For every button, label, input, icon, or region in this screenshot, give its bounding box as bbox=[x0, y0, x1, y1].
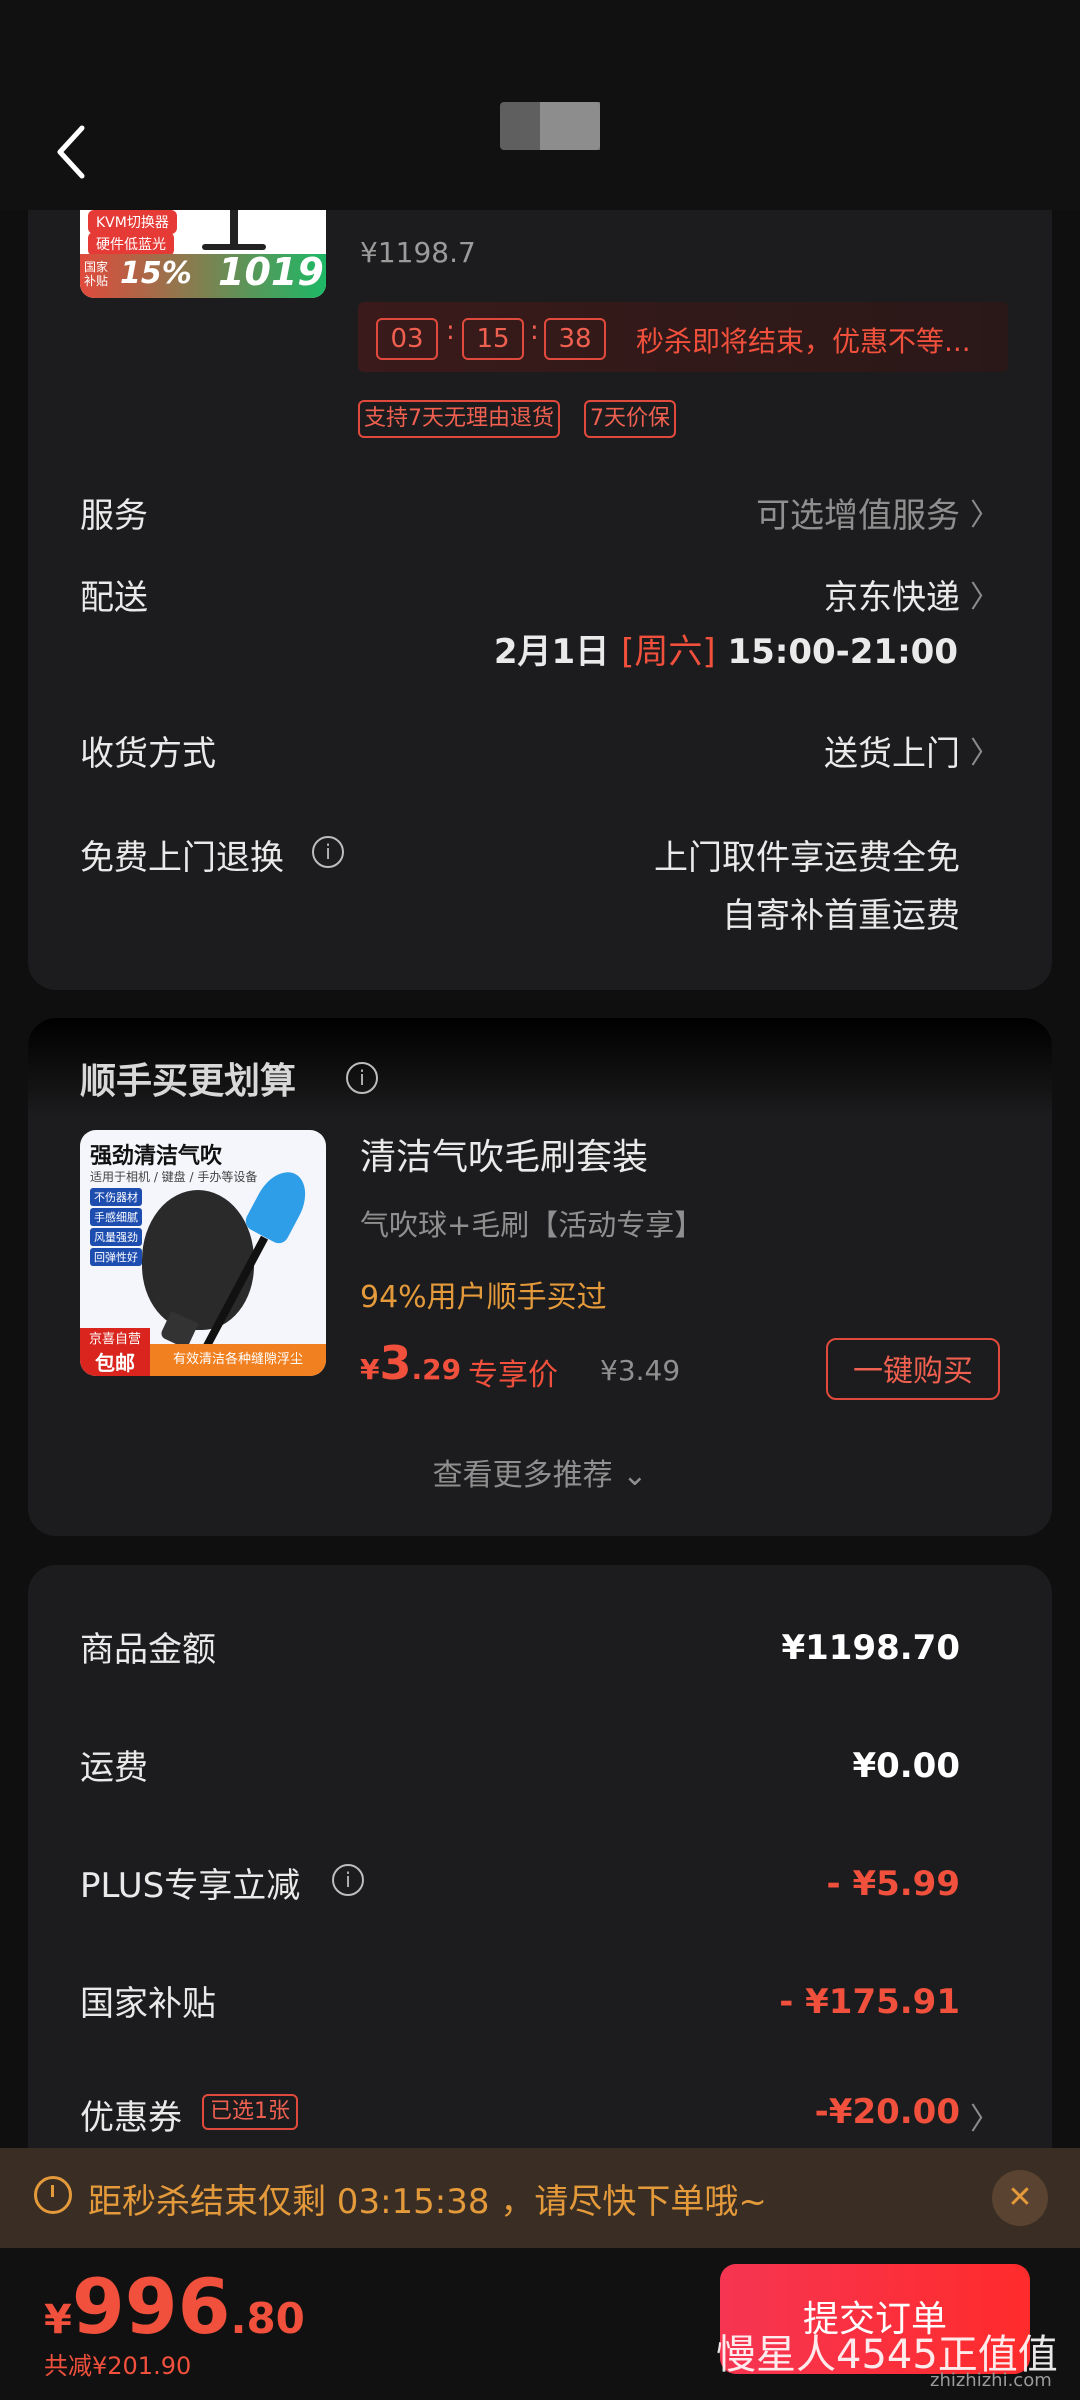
info-icon[interactable]: i bbox=[312, 836, 344, 868]
thumb-free-label: 包邮 bbox=[95, 1351, 135, 1375]
thumb-feature: 回弹性好 bbox=[90, 1248, 142, 1266]
addon-price-dec: .29 bbox=[411, 1353, 462, 1386]
seckill-banner-text: 距秒杀结束仅剩 03:15:38 ，请尽快下单哦~ bbox=[88, 2182, 767, 2222]
watermark-site: zhizhizhi.com bbox=[930, 2370, 1052, 2391]
timer-icon bbox=[34, 2176, 72, 2214]
thumb-feature: 风量强劲 bbox=[90, 1228, 142, 1246]
total-currency: ¥ bbox=[44, 2297, 72, 2343]
shipping-value: ¥0.00 bbox=[852, 1746, 960, 1786]
return-service-label: 免费上门退换 bbox=[80, 838, 284, 878]
addon-thumbnail[interactable]: 强劲清洁气吹 适用于相机 / 键盘 / 手办等设备 不伤器材 手感细腻 风量强劲… bbox=[80, 1130, 326, 1376]
chevron-right-icon[interactable]: 〉 bbox=[970, 490, 1000, 534]
receive-value[interactable]: 送货上门 bbox=[824, 726, 960, 775]
original-price: ¥1198.7 bbox=[360, 236, 476, 269]
return-service-line2: 自寄补首重运费 bbox=[722, 896, 960, 936]
delivery-weekday: [周六] bbox=[621, 632, 716, 672]
countdown-colon: : bbox=[446, 316, 455, 346]
total-int: 996 bbox=[71, 2262, 231, 2351]
price-protect-tag: 7天价保 bbox=[584, 400, 676, 438]
one-click-buy-button[interactable]: 一键购买 bbox=[826, 1338, 1000, 1400]
countdown-minutes: 15 bbox=[462, 318, 524, 360]
more-recommendations-link[interactable]: 查看更多推荐 ⌄ bbox=[0, 1450, 1080, 1494]
thumb-feature: 不伤器材 bbox=[90, 1188, 142, 1206]
thumb-promo-pre: 国家补贴 bbox=[84, 260, 109, 288]
page-title-blurred-part bbox=[540, 102, 600, 150]
thumb-jd-badge: 京喜自营 包邮 bbox=[80, 1328, 150, 1376]
close-icon[interactable]: ✕ bbox=[992, 2170, 1048, 2226]
addon-price-label: 专享价 bbox=[468, 1358, 558, 1393]
total-saved: 共减¥201.90 bbox=[44, 2352, 192, 2380]
thumb-title: 强劲清洁气吹 bbox=[90, 1144, 223, 1169]
return-service-line1: 上门取件享运费全免 bbox=[654, 838, 960, 878]
product-thumbnail[interactable]: KVM切换器 硬件低蓝光 国家补贴 15% 1019 bbox=[80, 210, 326, 298]
countdown-seconds: 38 bbox=[544, 318, 606, 360]
plus-discount-label: PLUS专享立减 bbox=[80, 1866, 301, 1906]
thumb-jd-label: 京喜自营 bbox=[88, 1332, 141, 1347]
thumb-bottom-bar: 有效清洁各种缝隙浮尘 bbox=[150, 1344, 326, 1376]
delivery-label: 配送 bbox=[80, 578, 148, 618]
plus-discount-value: - ¥5.99 bbox=[826, 1864, 961, 1904]
addon-bought: 94%用户顺手买过 bbox=[360, 1280, 607, 1315]
thumb-price: 1019 bbox=[218, 250, 324, 294]
service-label: 服务 bbox=[80, 496, 148, 536]
coupon-label: 优惠券 bbox=[80, 2098, 182, 2138]
addon-subtitle: 气吹球+毛刷【活动专享】 bbox=[360, 1208, 704, 1242]
receive-label: 收货方式 bbox=[80, 734, 216, 774]
countdown-colon: : bbox=[530, 316, 539, 346]
thumb-feature: 手感细腻 bbox=[90, 1208, 142, 1226]
air-blower-image bbox=[142, 1190, 254, 1330]
monitor-stand bbox=[230, 210, 238, 244]
thumb-tag: 硬件低蓝光 bbox=[88, 232, 174, 256]
addon-price-currency: ¥ bbox=[360, 1353, 380, 1386]
addon-price-int: 3 bbox=[379, 1336, 412, 1390]
delivery-value[interactable]: 京东快递 bbox=[824, 570, 960, 619]
goods-amount-label: 商品金额 bbox=[80, 1630, 216, 1670]
addon-name[interactable]: 清洁气吹毛刷套装 bbox=[360, 1128, 648, 1180]
total-dec: .80 bbox=[230, 2294, 305, 2343]
info-icon[interactable]: i bbox=[346, 1062, 378, 1094]
chevron-right-icon[interactable]: 〉 bbox=[970, 2094, 1000, 2138]
thumb-tag: KVM切换器 bbox=[88, 210, 177, 234]
countdown-hours: 03 bbox=[376, 318, 438, 360]
chevron-right-icon[interactable]: 〉 bbox=[970, 728, 1000, 772]
back-button[interactable] bbox=[48, 116, 96, 188]
coupon-value[interactable]: -¥20.00 bbox=[815, 2092, 960, 2132]
addon-price: ¥3.29 bbox=[360, 1336, 461, 1390]
chevron-right-icon[interactable]: 〉 bbox=[970, 572, 1000, 616]
return-tag: 支持7天无理由退货 bbox=[358, 400, 560, 438]
subsidy-value: - ¥175.91 bbox=[779, 1982, 960, 2022]
chevron-left-icon bbox=[57, 125, 85, 179]
total-price: ¥996.80 bbox=[44, 2262, 305, 2351]
delivery-date: 2月1日 bbox=[493, 632, 610, 672]
seckill-text: 秒杀即将结束，优惠不等... bbox=[636, 325, 971, 358]
delivery-time[interactable]: 2月1日 [周六] 15:00-21:00 bbox=[494, 624, 958, 673]
thumb-subtitle: 适用于相机 / 键盘 / 手办等设备 bbox=[90, 1170, 258, 1184]
info-icon[interactable]: i bbox=[332, 1864, 364, 1896]
shipping-label: 运费 bbox=[80, 1748, 148, 1788]
addon-section-title: 顺手买更划算 bbox=[80, 1061, 297, 1102]
subsidy-label: 国家补贴 bbox=[80, 1984, 216, 2024]
service-value[interactable]: 可选增值服务 bbox=[756, 488, 960, 537]
coupon-selected-tag[interactable]: 已选1张 bbox=[202, 2094, 298, 2130]
goods-amount-value: ¥1198.70 bbox=[781, 1628, 960, 1668]
addon-old-price: ¥3.49 bbox=[600, 1354, 681, 1387]
thumb-percent: 15% bbox=[120, 256, 192, 291]
delivery-window: 15:00-21:00 bbox=[727, 632, 958, 672]
